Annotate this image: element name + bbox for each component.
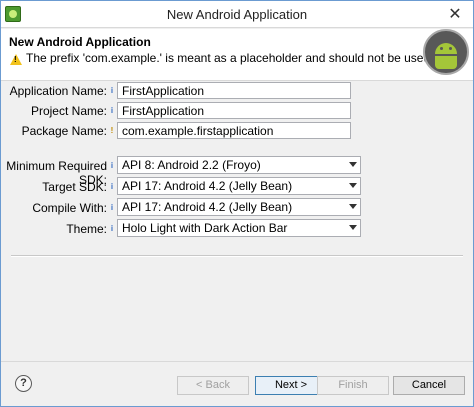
compile-with-value: API 17: Android 4.2 (Jelly Bean): [122, 200, 293, 214]
wizard-message: The prefix 'com.example.' is meant as a …: [26, 51, 431, 65]
help-button[interactable]: ?: [15, 375, 32, 392]
package-name-label: Package Name:: [21, 124, 107, 138]
form-separator: [11, 255, 463, 257]
target-sdk-value: API 17: Android 4.2 (Jelly Bean): [122, 179, 293, 193]
chevron-down-icon: [349, 162, 357, 167]
compile-with-select[interactable]: API 17: Android 4.2 (Jelly Bean): [117, 198, 361, 216]
android-eye-right: [449, 47, 452, 50]
info-icon: i: [110, 161, 114, 170]
button-bar-separator: [1, 361, 473, 362]
android-body: [435, 56, 457, 69]
theme-value: Holo Light with Dark Action Bar: [122, 221, 288, 235]
info-icon: i: [110, 224, 114, 233]
project-name-field[interactable]: FirstApplication: [117, 102, 351, 119]
chevron-down-icon: [349, 183, 357, 188]
info-icon: i: [110, 182, 114, 191]
project-name-label: Project Name:: [30, 104, 107, 118]
info-icon: i: [110, 203, 114, 212]
android-banner-icon: [423, 29, 469, 75]
application-name-field[interactable]: FirstApplication: [117, 82, 351, 99]
chevron-down-icon: [349, 225, 357, 230]
chevron-down-icon: [349, 204, 357, 209]
compile-with-label: Compile With:: [32, 201, 107, 215]
info-icon: i: [110, 86, 114, 95]
warning-mark: !: [14, 55, 17, 64]
target-sdk-label: Target SDK:: [42, 180, 107, 194]
min-sdk-select[interactable]: API 8: Android 2.2 (Froyo): [117, 156, 361, 174]
window-title: New Android Application: [166, 7, 308, 22]
title-bar: New Android Application ✕: [1, 1, 473, 28]
min-sdk-value: API 8: Android 2.2 (Froyo): [122, 158, 261, 172]
wizard-title: New Android Application: [9, 35, 151, 49]
wizard-header: New Android Application ! The prefix 'co…: [1, 29, 473, 81]
close-icon[interactable]: ✕: [447, 4, 463, 24]
info-icon: i: [110, 106, 114, 115]
package-name-field[interactable]: com.example.firstapplication: [117, 122, 351, 139]
android-head: [435, 43, 457, 54]
finish-button[interactable]: Finish: [317, 376, 389, 395]
application-name-label: Application Name:: [9, 84, 107, 98]
target-sdk-select[interactable]: API 17: Android 4.2 (Jelly Bean): [117, 177, 361, 195]
theme-label: Theme:: [66, 222, 107, 236]
cancel-button[interactable]: Cancel: [393, 376, 465, 395]
warning-small-icon: !: [110, 126, 114, 135]
new-android-application-dialog: New Android Application ✕ New Android Ap…: [0, 0, 474, 407]
back-button[interactable]: < Back: [177, 376, 249, 395]
android-eye-left: [440, 47, 443, 50]
theme-select[interactable]: Holo Light with Dark Action Bar: [117, 219, 361, 237]
